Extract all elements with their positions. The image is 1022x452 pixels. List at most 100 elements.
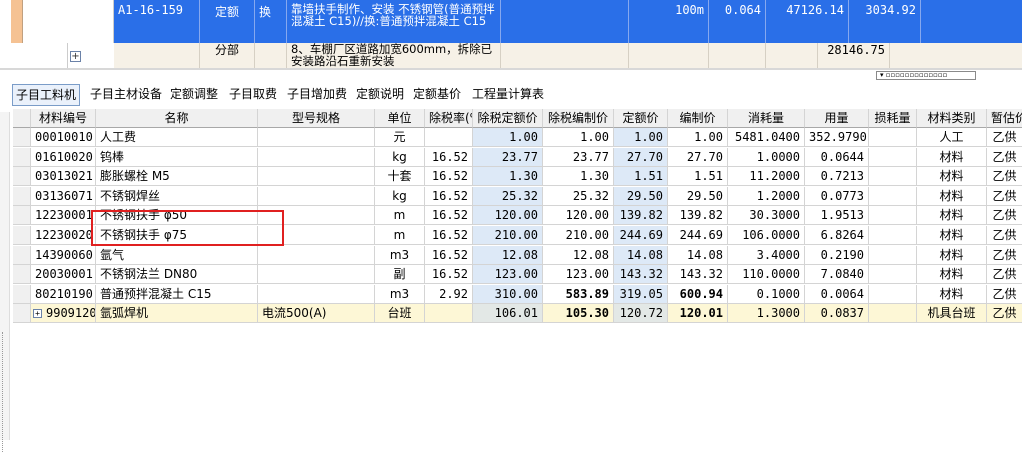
cell-usage[interactable]: 7.0840 <box>805 265 869 285</box>
cell-unit[interactable]: m3 <box>375 245 425 265</box>
cell-material-type[interactable]: 材料 <box>917 284 987 304</box>
cell-tax-rate[interactable]: 16.52 <box>425 206 473 226</box>
cell-estimate[interactable]: 乙供 <box>987 148 1022 167</box>
cell-estimate[interactable]: 乙供 <box>987 206 1022 226</box>
quota-row-selected[interactable]: A1-16-159 定额 换 靠墙扶手制作、安装 不锈钢管(普通预拌混凝土 C1… <box>114 0 1022 43</box>
cell-quota-price-ex-tax[interactable]: 310.00 <box>473 284 543 304</box>
row-header-cell[interactable] <box>13 304 31 324</box>
cell-usage[interactable]: 352.9790 <box>805 128 869 147</box>
tab-quota-adjust[interactable]: 定额调整 <box>167 84 221 106</box>
cell-budget-price-ex-tax[interactable]: 12.08 <box>543 245 614 265</box>
cell-material-type[interactable]: 人工 <box>917 128 987 147</box>
cell-estimate[interactable]: 乙供 <box>987 285 1022 304</box>
cell-name[interactable]: 不锈钢焊丝 <box>96 186 258 206</box>
col-usage[interactable]: 用量 <box>805 109 869 128</box>
cell-code[interactable]: 03013021 <box>31 167 96 187</box>
cell-usage[interactable]: 0.0064 <box>805 284 869 304</box>
tab-quota-notes[interactable]: 定额说明 <box>353 84 407 106</box>
row-header-cell[interactable] <box>13 265 31 285</box>
cell-budget-price-ex-tax[interactable]: 23.77 <box>543 147 614 167</box>
cell-quota-price[interactable]: 14.08 <box>614 245 668 265</box>
cell-unit[interactable]: kg <box>375 147 425 167</box>
col-code[interactable]: 材料编号 <box>31 109 96 128</box>
cell-quota-price[interactable]: 1.00 <box>614 128 668 147</box>
cell-usage[interactable]: 0.0644 <box>805 147 869 167</box>
tab-main-materials[interactable]: 子目主材设备 <box>87 84 165 106</box>
cell-usage[interactable]: 1.9513 <box>805 206 869 226</box>
cell-code[interactable]: 12230001 <box>31 206 96 226</box>
cell-code[interactable]: 01610020 <box>31 147 96 167</box>
cell-material-type[interactable]: 机具台班 <box>917 304 987 324</box>
cell-quota-price-ex-tax[interactable]: 1.00 <box>473 128 543 147</box>
scroll-thumb[interactable] <box>2 332 7 452</box>
cell-loss[interactable] <box>869 186 917 206</box>
cell-tax-rate[interactable] <box>425 304 473 324</box>
cell-tax-rate[interactable]: 16.52 <box>425 186 473 206</box>
col-budget-price[interactable]: 编制价 <box>668 109 728 128</box>
col-tax-rate[interactable]: 除税率(%) <box>425 109 473 128</box>
cell-code[interactable]: 14390060 <box>31 245 96 265</box>
col-unit[interactable]: 单位 <box>375 109 425 128</box>
cell-budget-price[interactable]: 244.69 <box>668 226 728 245</box>
cell-name[interactable]: 不锈钢扶手 φ50 <box>96 206 258 226</box>
cell-code[interactable]: 80210190 <box>31 284 96 304</box>
col-consumption[interactable]: 消耗量 <box>728 109 805 128</box>
cell-consumption[interactable]: 11.2000 <box>728 167 805 187</box>
cell-loss[interactable] <box>869 128 917 147</box>
cell-budget-price[interactable]: 29.50 <box>668 186 728 206</box>
cell-spec[interactable] <box>258 265 375 285</box>
cell-budget-price-ex-tax[interactable]: 1.30 <box>543 167 614 187</box>
cell-loss[interactable] <box>869 226 917 245</box>
cell-quota-price[interactable]: 1.51 <box>614 167 668 187</box>
cell-estimate[interactable]: 乙供 <box>987 226 1022 245</box>
cell-usage[interactable]: 0.0773 <box>805 186 869 206</box>
cell-tax-rate[interactable]: 16.52 <box>425 245 473 265</box>
cell-unit[interactable]: 十套 <box>375 167 425 187</box>
cell-budget-price-ex-tax[interactable]: 123.00 <box>543 265 614 285</box>
cell-consumption[interactable]: 1.0000 <box>728 147 805 167</box>
row-header-cell[interactable] <box>13 167 31 187</box>
table-row[interactable]: 12230001 不锈钢扶手 φ50 m 16.52 120.00 120.00 139.8… <box>13 206 1022 226</box>
cell-quota-price-ex-tax[interactable]: 12.08 <box>473 245 543 265</box>
cell-budget-price[interactable]: 14.08 <box>668 245 728 265</box>
cell-spec[interactable] <box>258 147 375 167</box>
cell-estimate[interactable]: 乙供 <box>987 265 1022 285</box>
cell-code[interactable]: 00010010 <box>31 128 96 147</box>
col-loss[interactable]: 损耗量 <box>869 109 917 128</box>
row-header-cell[interactable] <box>13 128 31 147</box>
cell-quota-price[interactable]: 120.72 <box>614 304 668 324</box>
horizontal-scroll-control[interactable]: ▾ ▫▫▫▫▫▫▫▫▫▫▫▫▫ <box>876 71 976 80</box>
cell-budget-price[interactable]: 1.00 <box>668 128 728 147</box>
cell-name[interactable]: 膨胀螺栓 M5 <box>96 167 258 187</box>
cell-spec[interactable] <box>258 206 375 226</box>
cell-name[interactable]: 氩弧焊机 <box>96 304 258 324</box>
cell-quota-price-ex-tax[interactable]: 120.00 <box>473 206 543 226</box>
cell-tax-rate[interactable]: 16.52 <box>425 265 473 285</box>
cell-budget-price[interactable]: 27.70 <box>668 147 728 167</box>
col-spec[interactable]: 型号规格 <box>258 109 375 128</box>
cell-consumption[interactable]: 30.3000 <box>728 206 805 226</box>
cell-quota-price[interactable]: 139.82 <box>614 206 668 226</box>
cell-loss[interactable] <box>869 147 917 167</box>
cell-usage[interactable]: 6.8264 <box>805 226 869 245</box>
expand-plus-icon[interactable]: + <box>70 51 81 62</box>
cell-name[interactable]: 普通预拌混凝土 C15 <box>96 284 258 304</box>
cell-quota-price-ex-tax[interactable]: 25.32 <box>473 186 543 206</box>
cell-unit[interactable]: 台班 <box>375 304 425 324</box>
cell-spec[interactable] <box>258 284 375 304</box>
cell-tax-rate[interactable]: 2.92 <box>425 284 473 304</box>
cell-loss[interactable] <box>869 284 917 304</box>
col-name[interactable]: 名称 <box>96 109 258 128</box>
cell-budget-price-ex-tax[interactable]: 210.00 <box>543 226 614 245</box>
cell-budget-price[interactable]: 600.94 <box>668 284 728 304</box>
row-header-cell[interactable] <box>13 147 31 167</box>
cell-budget-price[interactable]: 139.82 <box>668 206 728 226</box>
col-quota-price-ex-tax[interactable]: 除税定额价 <box>473 109 543 128</box>
cell-code[interactable]: 12230020 <box>31 226 96 245</box>
cell-estimate[interactable]: 乙供 <box>987 304 1022 324</box>
cell-quota-price[interactable]: 29.50 <box>614 186 668 206</box>
cell-budget-price[interactable]: 120.01 <box>668 304 728 324</box>
table-row[interactable]: 80210190 普通预拌混凝土 C15 m3 2.92 310.00 583.89 319… <box>13 284 1022 304</box>
cell-consumption[interactable]: 1.2000 <box>728 186 805 206</box>
cell-quota-price-ex-tax[interactable]: 106.01 <box>473 304 543 324</box>
